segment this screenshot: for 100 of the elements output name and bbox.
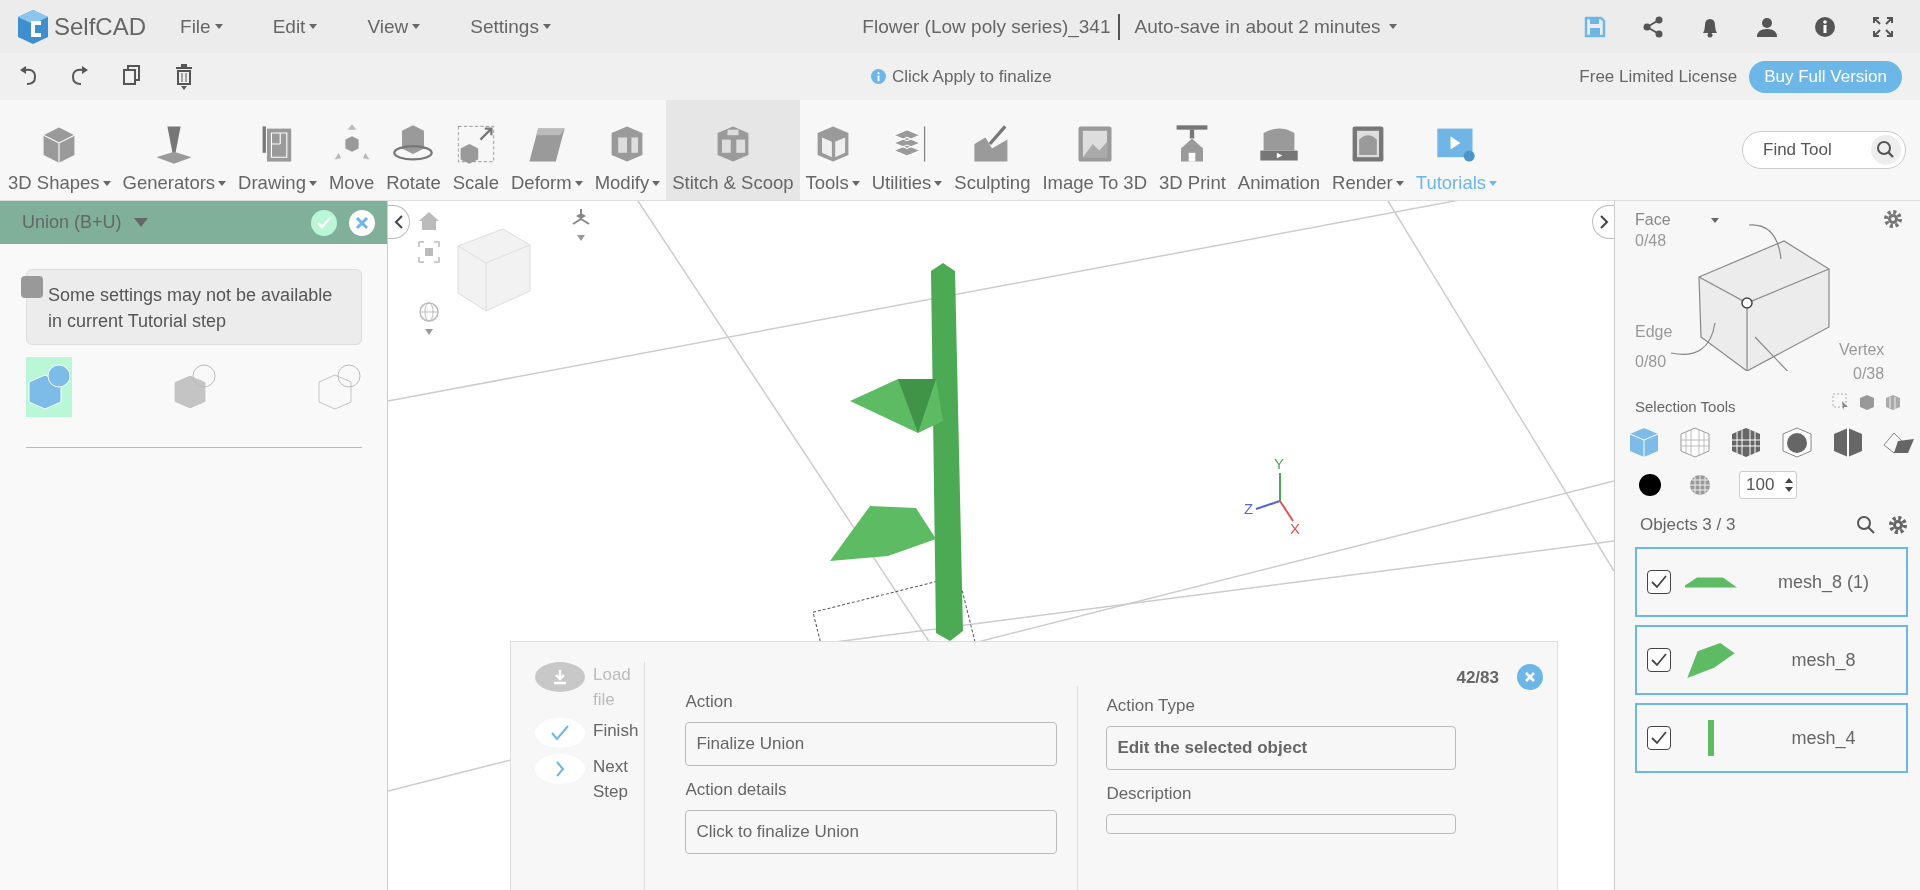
toolbar-tool[interactable]: Scale [446, 100, 505, 200]
step-counter: 42/83 [1456, 668, 1499, 688]
color-swatch[interactable] [1639, 474, 1661, 496]
toolbar-tool[interactable]: Stitch & Scoop [666, 100, 800, 200]
gear-icon[interactable] [1883, 209, 1903, 229]
wire-grid-cube-icon [1678, 425, 1712, 459]
edge-label: Edge [1635, 323, 1673, 341]
toolbar-tool[interactable]: Tools [799, 100, 866, 200]
collapse-right-button[interactable] [1592, 205, 1614, 239]
toolbar-tool[interactable]: Modify [588, 100, 667, 200]
menu-item[interactable]: Edit [262, 15, 328, 38]
selection-mode-label: Face [1635, 211, 1671, 229]
selection-tools-label: Selection Tools [1635, 398, 1736, 415]
search-icon[interactable] [1871, 135, 1901, 165]
object-name: mesh_8 [1790, 649, 1857, 671]
axis-label: X [1290, 520, 1300, 537]
autosave-dropdown[interactable]: Auto-save in about 2 minutes [1128, 14, 1403, 39]
chevron-left-icon [393, 215, 404, 229]
tutorial-step-button[interactable]: Finish [535, 718, 645, 748]
gear-icon[interactable] [1888, 515, 1908, 535]
description-label: Description [1106, 784, 1193, 804]
edge-count: 0/80 [1635, 353, 1667, 371]
toolbar-tool[interactable]: Move [322, 100, 381, 200]
info-icon [871, 69, 886, 84]
redo-icon[interactable] [70, 63, 90, 86]
union-icon [27, 362, 71, 412]
selection-mode-button[interactable] [1780, 425, 1814, 459]
selection-mode-button[interactable] [1831, 425, 1865, 459]
find-tool-input[interactable]: Find Tool [1761, 139, 1865, 161]
action-type-field[interactable]: Edit the selected object [1106, 726, 1457, 770]
object-name: mesh_4 [1790, 727, 1857, 749]
info-badge-icon [21, 276, 43, 298]
box-select-icon[interactable] [1832, 392, 1850, 411]
orbit-icon[interactable] [418, 301, 440, 337]
menu-item[interactable]: View [357, 15, 431, 38]
check-icon [551, 725, 569, 741]
chevron-right-icon [555, 761, 565, 777]
axis-gizmo-drawing [1255, 472, 1294, 522]
notice-text: Some settings may not be available in current Tutorial step [48, 285, 333, 331]
hint-text: Click Apply to finalize [892, 66, 1052, 87]
menu-item[interactable]: File [170, 15, 233, 38]
find-tool-field[interactable]: Find Tool [1742, 131, 1906, 169]
trash-icon[interactable] [174, 63, 194, 90]
toolbar-tool[interactable]: Generators [116, 100, 233, 200]
selection-mode-button[interactable] [1729, 425, 1763, 459]
toolbar-tool[interactable]: 3D Shapes [2, 100, 117, 200]
toolbar-tool[interactable]: Sculpting [948, 100, 1037, 200]
object-list-item[interactable]: mesh_8 [1635, 625, 1908, 695]
action-field[interactable]: Finalize Union [685, 722, 1058, 766]
vertex-count: 0/38 [1853, 365, 1885, 383]
objects-title: Objects 3 / 3 [1640, 515, 1737, 535]
action-details-label: Action details [685, 780, 788, 800]
opacity-field[interactable]: 100 [1739, 471, 1797, 499]
license-text: Free Limited License [1579, 66, 1738, 87]
mesh-thumbnail-icon [1685, 576, 1737, 588]
action-label: Action [685, 692, 734, 712]
mesh-thumbnail-icon [1708, 720, 1714, 756]
vertex-label: Vertex [1839, 341, 1885, 359]
face-count: 0/48 [1635, 232, 1667, 250]
subtract-icon [172, 362, 216, 412]
chevron-right-icon [1598, 215, 1609, 229]
axis-view-icon[interactable] [570, 207, 592, 243]
checkbox[interactable] [1647, 570, 1671, 594]
toolbar-tool[interactable]: Render [1326, 100, 1410, 200]
user-icon[interactable] [1756, 15, 1778, 38]
info-icon[interactable] [1814, 15, 1836, 38]
grid-cube-icon [1729, 425, 1763, 459]
share-icon[interactable] [1642, 15, 1664, 38]
document-title: Flower (Low poly series)_341 [862, 15, 1111, 38]
toolbar-tool[interactable]: 3D Print [1153, 100, 1232, 200]
tutorial-step-button[interactable]: Next Step [535, 754, 645, 804]
toolbar-tool[interactable]: Animation [1231, 100, 1327, 200]
checkbox[interactable] [1647, 648, 1671, 672]
sphere-cube-icon [1780, 425, 1814, 459]
texture-sphere-icon[interactable] [1689, 474, 1711, 496]
object-name: mesh_8 (1) [1776, 571, 1870, 593]
panel-title: Union (B+U) [22, 212, 122, 233]
action-details-field[interactable]: Click to finalize Union [685, 810, 1058, 854]
close-icon [355, 215, 369, 230]
logo-icon [16, 8, 50, 45]
cube-select-icon[interactable] [1858, 392, 1876, 411]
toolbar-tool[interactable]: Image To 3D [1036, 100, 1153, 200]
copy-icon[interactable] [122, 63, 142, 86]
menu-item[interactable]: Settings [460, 15, 561, 38]
toolbar-tool[interactable]: Drawing [232, 100, 323, 200]
action-type-label: Action Type [1106, 696, 1196, 716]
toolbar-tool[interactable]: Rotate [380, 100, 447, 200]
object-list-item[interactable]: mesh_4 [1635, 703, 1908, 773]
checkbox[interactable] [1647, 726, 1671, 750]
search-icon[interactable] [1856, 515, 1876, 535]
toolbar-tool[interactable]: Deform [505, 100, 589, 200]
fullscreen-icon[interactable] [1872, 15, 1894, 38]
axis-label: Y [1274, 455, 1284, 472]
object-list-item[interactable]: mesh_8 (1) [1635, 547, 1908, 617]
toolbar-tool[interactable]: Utilities [865, 100, 949, 200]
undo-icon[interactable] [18, 63, 38, 86]
collapse-left-button[interactable] [388, 205, 410, 239]
caret-icon[interactable] [1711, 218, 1719, 223]
solid-cube-icon [1627, 425, 1661, 459]
description-field[interactable] [1106, 814, 1457, 834]
